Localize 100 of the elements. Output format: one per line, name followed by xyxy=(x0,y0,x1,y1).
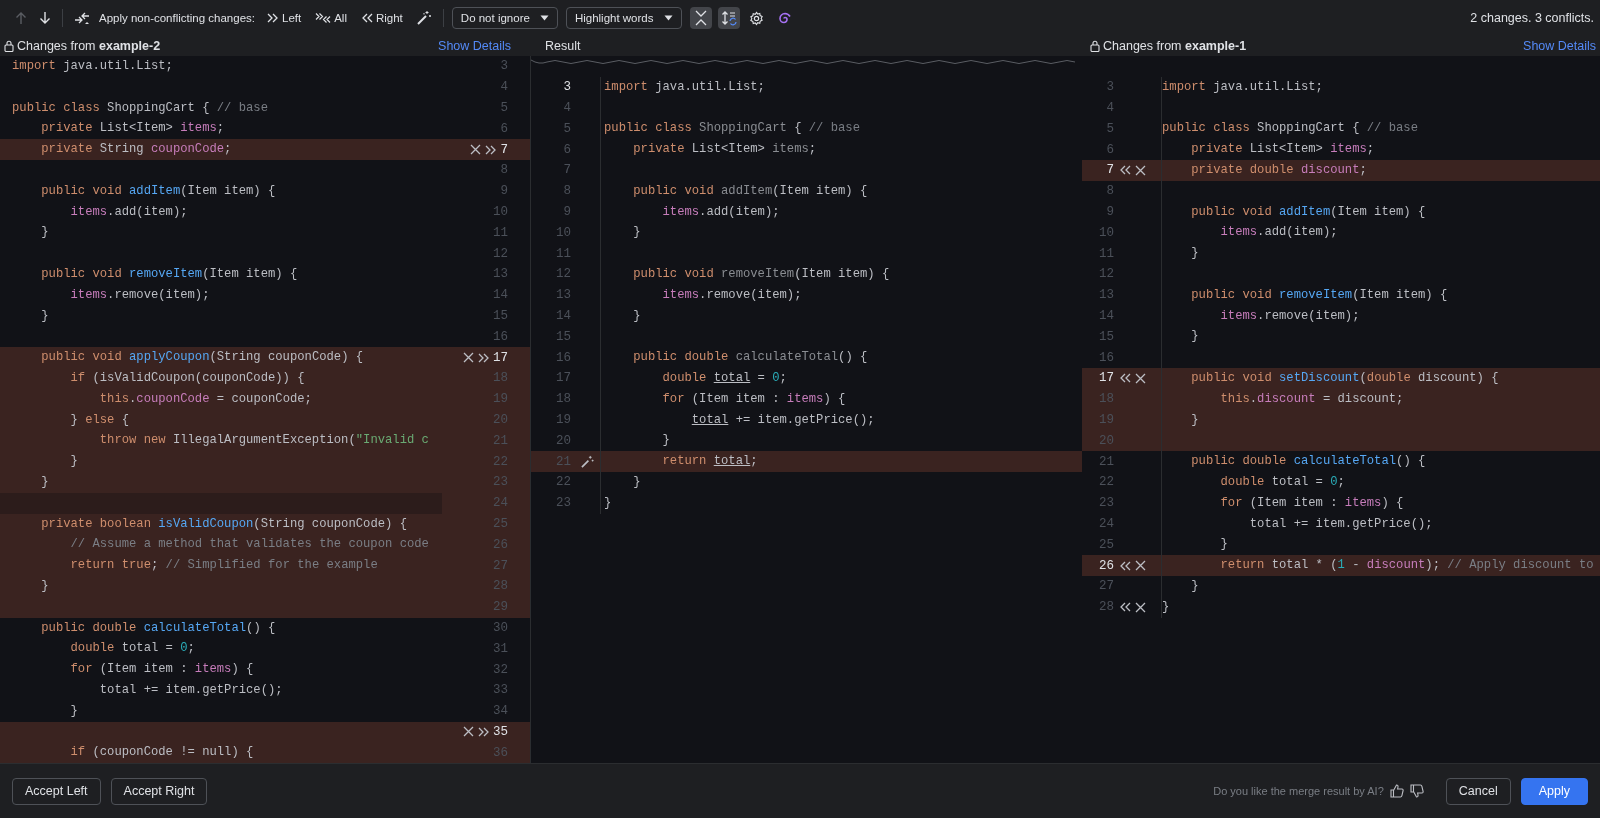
dropdown[interactable]: Do not ignore xyxy=(451,7,558,29)
line-number: 3 xyxy=(500,59,508,74)
line-number: 12 xyxy=(493,246,508,261)
line-number: 23 xyxy=(493,475,508,490)
caret-icon xyxy=(539,15,549,21)
cancel-button[interactable]: Cancel xyxy=(1445,777,1511,805)
code-line: items.remove(item); xyxy=(600,284,1082,306)
line-number: 18 xyxy=(1098,392,1114,407)
double-chevron-icon xyxy=(267,13,279,23)
code-line: } xyxy=(600,471,1082,493)
line-number: 20 xyxy=(555,433,571,448)
close-icon[interactable] xyxy=(470,144,482,156)
double-chevron-icon[interactable] xyxy=(1120,373,1131,384)
code-line: import java.util.List; xyxy=(1161,76,1600,98)
line-number: 5 xyxy=(1105,121,1114,136)
code-line: public class ShoppingCart { // base xyxy=(1161,118,1600,140)
code-line: } xyxy=(40,307,50,325)
line-number: 26 xyxy=(1098,558,1114,573)
apply-action-button[interactable]: Right xyxy=(356,10,407,26)
dropdown[interactable]: Highlight words xyxy=(565,7,682,29)
show-details-link[interactable]: Show Details xyxy=(1523,39,1596,53)
line-number: 23 xyxy=(555,496,571,511)
line-number: 7 xyxy=(562,163,571,178)
line-number: 11 xyxy=(555,246,571,261)
line-number: 13 xyxy=(493,267,508,282)
code-line: } xyxy=(1161,326,1600,348)
line-number: 19 xyxy=(1098,412,1114,427)
line-number: 11 xyxy=(493,225,508,240)
line-number: 10 xyxy=(555,225,571,240)
code-line: public double calculateTotal() { xyxy=(600,347,1082,368)
line-number: 22 xyxy=(493,454,508,469)
code-line: for (Item item : items) { xyxy=(1161,492,1600,514)
line-number: 4 xyxy=(562,101,571,115)
line-number: 21 xyxy=(493,433,508,448)
close-icon[interactable] xyxy=(1135,601,1146,613)
code-line: public double calculateTotal() { xyxy=(40,619,277,637)
accept-button[interactable]: Accept Left xyxy=(12,777,101,805)
close-icon[interactable] xyxy=(1135,372,1146,384)
line-number: 15 xyxy=(555,329,571,344)
code-line: } xyxy=(1161,243,1600,264)
collapse-icon xyxy=(693,10,708,26)
code-line: } xyxy=(69,702,79,720)
line-number: 29 xyxy=(493,600,508,615)
down-arrow-icon[interactable] xyxy=(39,11,51,25)
accept-button[interactable]: Accept Right xyxy=(110,777,208,805)
code-line: public void removeItem(Item item) { xyxy=(600,263,1082,285)
double-chevron-icon[interactable] xyxy=(1120,560,1131,571)
apply-button[interactable]: Apply xyxy=(1520,777,1588,805)
merge-arrows-icon[interactable] xyxy=(74,11,90,25)
line-number: 19 xyxy=(555,412,571,427)
line-number: 9 xyxy=(1105,204,1114,219)
apply-action-button[interactable]: Left xyxy=(263,10,306,26)
code-line: total += item.getPrice(); xyxy=(1161,513,1600,535)
code-line: public void addItem(Item item) { xyxy=(40,182,277,200)
double-chevron-icon[interactable] xyxy=(485,144,497,155)
line-number: 10 xyxy=(493,204,508,219)
line-number: 16 xyxy=(1098,350,1114,365)
line-number: 25 xyxy=(493,516,508,531)
code-line: public class ShoppingCart { // base xyxy=(11,99,269,117)
line-number: 18 xyxy=(555,392,571,407)
code-line: } xyxy=(600,492,1082,514)
show-details-link[interactable]: Show Details xyxy=(438,39,511,53)
lock-icon xyxy=(4,40,14,52)
line-number: 19 xyxy=(493,392,508,407)
line-number: 28 xyxy=(1098,600,1114,615)
double-chevron-icon[interactable] xyxy=(1120,165,1131,176)
settings-icon[interactable] xyxy=(748,10,764,26)
magic-wand-icon[interactable] xyxy=(581,455,594,469)
close-icon[interactable] xyxy=(463,726,474,738)
line-number: 32 xyxy=(493,662,508,677)
thumbs-down-icon[interactable] xyxy=(1409,784,1424,798)
apply-action-button[interactable]: All xyxy=(311,10,351,26)
line-number: 9 xyxy=(562,204,571,219)
line-number: 16 xyxy=(493,329,508,344)
close-icon[interactable] xyxy=(463,352,474,364)
double-chevron-icon[interactable] xyxy=(478,352,489,363)
code-line: public void addItem(Item item) { xyxy=(1161,201,1600,223)
collapse-toggle[interactable] xyxy=(689,7,712,29)
line-number: 3 xyxy=(562,80,571,95)
thumbs-up-icon[interactable] xyxy=(1389,784,1404,798)
line-number: 14 xyxy=(1098,308,1114,323)
close-icon[interactable] xyxy=(1135,164,1146,176)
magic-wand-icon[interactable] xyxy=(415,10,432,26)
code-line: import java.util.List; xyxy=(11,58,174,75)
sync-scroll-toggle[interactable] xyxy=(717,7,740,29)
pane-title: Changes from example-2 xyxy=(17,39,161,53)
double-chevron-icon[interactable] xyxy=(1120,602,1131,613)
pane-title: Changes from example-1 xyxy=(1103,39,1247,53)
close-icon[interactable] xyxy=(1135,560,1146,571)
code-line: items.remove(item); xyxy=(1161,305,1600,327)
line-number: 34 xyxy=(493,704,508,719)
code-line: public class ShoppingCart { // base xyxy=(600,118,1082,140)
line-number: 16 xyxy=(555,350,571,365)
line-number: 14 xyxy=(493,288,508,303)
line-number: 23 xyxy=(1098,496,1114,511)
code-line: } xyxy=(1161,575,1600,597)
line-number: 13 xyxy=(555,288,571,303)
double-chevron-icon[interactable] xyxy=(478,726,489,737)
line-number: 13 xyxy=(1098,288,1114,303)
code-line: items.add(item); xyxy=(600,201,1082,223)
